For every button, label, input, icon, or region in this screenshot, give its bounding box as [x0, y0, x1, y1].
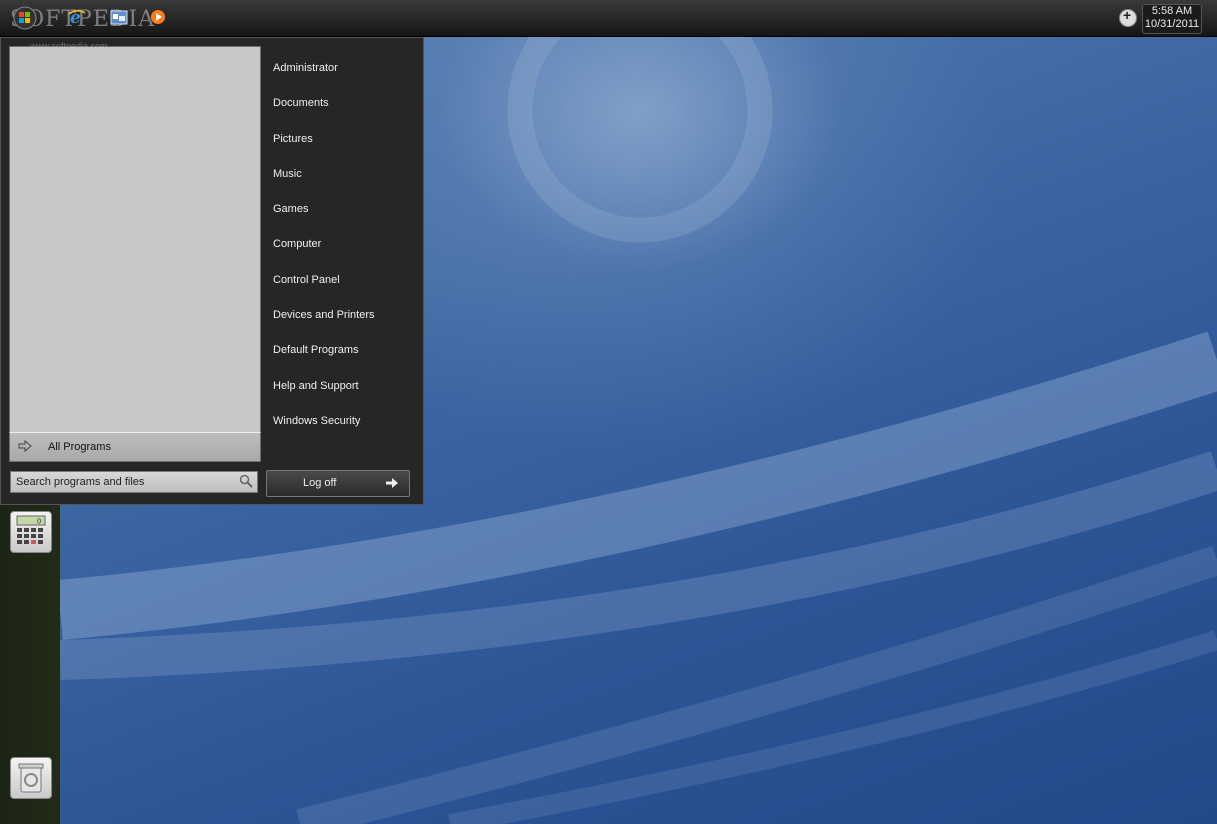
recycle-bin-icon[interactable] — [10, 757, 52, 799]
system-clock[interactable]: 5:58 AM 10/31/2011 — [1142, 4, 1202, 34]
search-icon[interactable] — [239, 474, 253, 488]
windows-explorer-icon[interactable] — [110, 8, 128, 26]
place-control-panel[interactable]: Control Panel — [266, 266, 416, 301]
place-devices-and-printers[interactable]: Devices and Printers — [266, 301, 416, 336]
clock-time: 5:58 AM — [1151, 5, 1193, 17]
all-programs-button[interactable]: All Programs — [9, 432, 261, 462]
media-player-icon[interactable] — [149, 8, 167, 26]
place-computer[interactable]: Computer — [266, 230, 416, 265]
start-menu-places: Administrator Documents Pictures Music G… — [266, 54, 416, 442]
calculator-display: 0 — [37, 519, 41, 526]
search-input[interactable] — [10, 471, 258, 493]
programs-list-pane[interactable] — [9, 46, 261, 434]
place-default-programs[interactable]: Default Programs — [266, 336, 416, 371]
taskbar: SOFTPEDIA e 5:58 AM 10/31/2011 — [0, 0, 1217, 37]
place-games[interactable]: Games — [266, 195, 416, 230]
plus-circle-icon[interactable] — [1119, 7, 1137, 27]
left-dock: 0 — [0, 505, 60, 824]
arrow-right-icon — [18, 439, 32, 453]
place-music[interactable]: Music — [266, 160, 416, 195]
watermark-url: www.softpedia.com — [30, 41, 108, 51]
place-administrator[interactable]: Administrator — [266, 54, 416, 89]
log-off-label: Log off — [303, 477, 337, 489]
clock-date: 10/31/2011 — [1144, 18, 1200, 30]
start-menu: All Programs Administrator Documents Pic… — [0, 37, 424, 505]
place-pictures[interactable]: Pictures — [266, 125, 416, 160]
all-programs-label: All Programs — [48, 441, 111, 453]
windows-orb-icon[interactable] — [12, 6, 38, 30]
place-help-and-support[interactable]: Help and Support — [266, 372, 416, 407]
place-windows-security[interactable]: Windows Security — [266, 407, 416, 442]
arrow-right-icon — [386, 478, 398, 488]
internet-explorer-icon[interactable]: e — [68, 8, 86, 26]
place-documents[interactable]: Documents — [266, 89, 416, 124]
log-off-button[interactable]: Log off — [266, 470, 410, 497]
calculator-icon[interactable]: 0 — [10, 511, 52, 553]
